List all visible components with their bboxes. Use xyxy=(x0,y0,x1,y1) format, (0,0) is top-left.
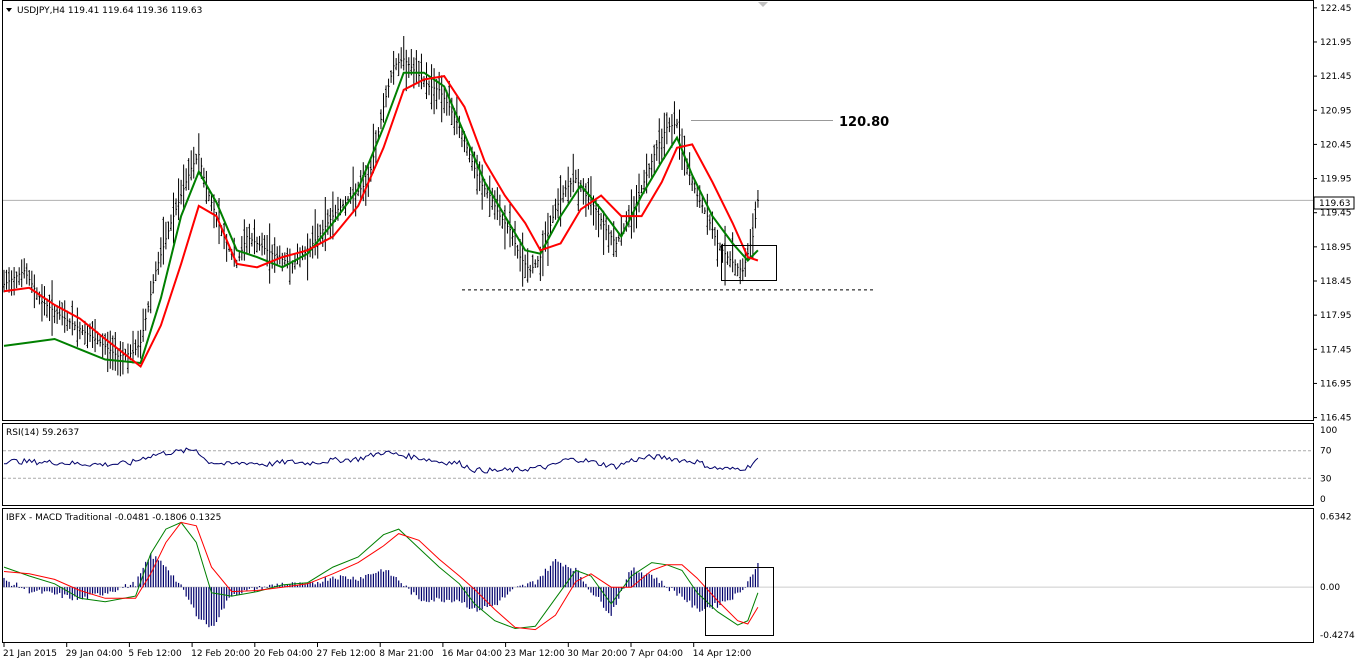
price-y-tick-label: 117.45 xyxy=(1320,345,1352,355)
time-x-tick-label: 5 Feb 12:00 xyxy=(128,649,182,659)
price-y-tick-label: 118.95 xyxy=(1320,243,1352,253)
macd-y-tick-label: 0.00 xyxy=(1320,583,1340,593)
price-y-tick-label: 116.45 xyxy=(1320,414,1352,424)
price-y-tick-label: 121.45 xyxy=(1320,72,1352,82)
price-y-tick-label: 120.45 xyxy=(1320,140,1352,150)
time-x-tick-label: 30 Mar 20:00 xyxy=(567,649,627,659)
price-y-tick-label: 116.95 xyxy=(1320,379,1352,389)
price-y-tick-label: 122.45 xyxy=(1320,4,1352,14)
chart-canvas[interactable]: 122.45 121.95 121.45 120.95 120.45 119.95 119.… xyxy=(0,0,1356,661)
time-x-tick-label: 23 Mar 12:00 xyxy=(505,649,565,659)
rsi-y-tick-label: 100 xyxy=(1320,426,1337,436)
time-x-tick-label: 16 Mar 04:00 xyxy=(442,649,502,659)
rsi-title: RSI(14) 59.2637 xyxy=(6,428,79,438)
price-y-tick-label: 117.95 xyxy=(1320,311,1352,321)
time-x-tick-label: 20 Feb 04:00 xyxy=(254,649,313,659)
rsi-y-tick-label: 30 xyxy=(1320,474,1332,484)
symbol-info: USDJPY,H4 119.41 119.64 119.36 119.63 xyxy=(17,6,202,16)
rsi-y-tick-label: 0 xyxy=(1320,495,1326,505)
time-x-tick-label: 12 Feb 20:00 xyxy=(191,649,250,659)
time-x-tick-label: 7 Apr 04:00 xyxy=(630,649,683,659)
macd-title: IBFX - MACD Traditional -0.0481 -0.1806 … xyxy=(6,513,221,523)
time-x-tick-label: 8 Mar 21:00 xyxy=(379,649,434,659)
price-y-tick-label: 121.95 xyxy=(1320,38,1352,48)
rsi-y-tick-label: 70 xyxy=(1320,447,1332,457)
resistance-label: 120.80 xyxy=(839,115,889,130)
time-x-tick-label: 29 Jan 04:00 xyxy=(66,649,123,659)
price-y-tick-label: 119.45 xyxy=(1320,209,1352,219)
time-x-tick-label: 14 Apr 12:00 xyxy=(693,649,752,659)
macd-y-tick-label: -0.4274 xyxy=(1320,631,1355,641)
current-price-label: 119.63 xyxy=(1319,199,1351,209)
price-y-tick-label: 119.95 xyxy=(1320,175,1352,185)
time-x-tick-label: 27 Feb 12:00 xyxy=(317,649,376,659)
time-x-tick-label: 21 Jan 2015 xyxy=(3,649,57,659)
price-y-tick-label: 120.95 xyxy=(1320,106,1352,116)
macd-y-tick-label: 0.6342 xyxy=(1320,512,1352,522)
price-y-tick-label: 118.45 xyxy=(1320,277,1352,287)
